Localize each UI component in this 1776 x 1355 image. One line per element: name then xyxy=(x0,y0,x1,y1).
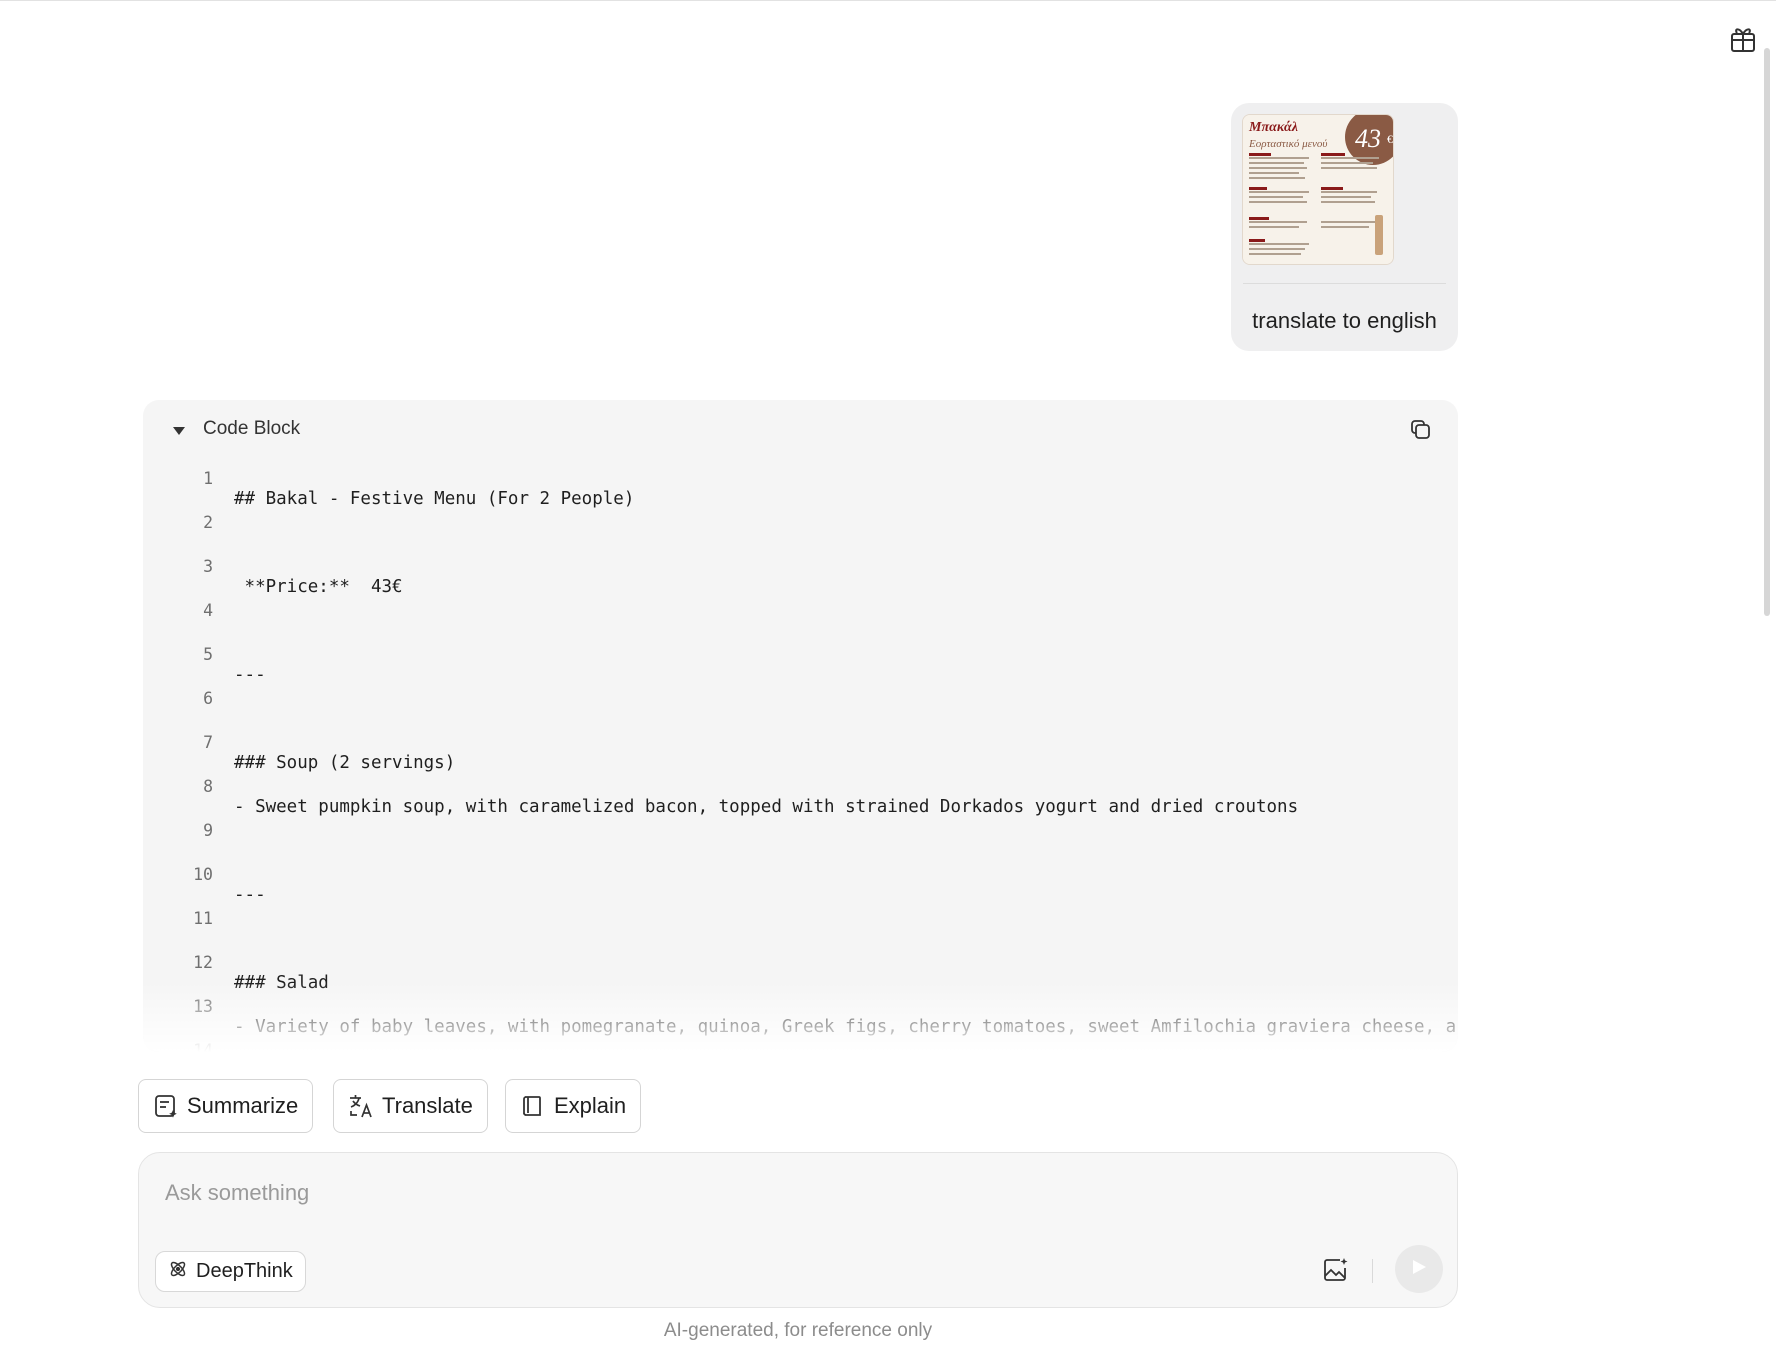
bubble-divider xyxy=(1243,283,1446,284)
footer-disclaimer: AI-generated, for reference only xyxy=(663,1320,933,1341)
code-line: 8 - Sweet pumpkin soup, with caramelized… xyxy=(143,757,1458,817)
translate-button[interactable]: Translate xyxy=(333,1079,488,1133)
code-line: 5 --- xyxy=(143,625,1458,685)
atom-icon xyxy=(168,1259,188,1285)
code-line: 11 xyxy=(143,889,1458,933)
translate-icon xyxy=(348,1093,374,1119)
line-number: 2 xyxy=(203,513,213,532)
ask-input[interactable] xyxy=(163,1175,1363,1211)
line-number: 13 xyxy=(193,997,213,1016)
top-border xyxy=(0,0,1776,1)
line-number: 6 xyxy=(203,689,213,708)
code-line: 1 ## Bakal - Festive Menu (For 2 People) xyxy=(143,449,1458,509)
line-number: 11 xyxy=(193,909,213,928)
line-number: 12 xyxy=(193,953,213,972)
chat-input-box: DeepThink xyxy=(138,1152,1458,1308)
code-line: 9 xyxy=(143,801,1458,845)
deepthink-button[interactable]: DeepThink xyxy=(155,1251,306,1292)
translate-label: Translate xyxy=(382,1093,473,1118)
code-line: 10 --- xyxy=(143,845,1458,905)
book-icon xyxy=(520,1093,546,1119)
explain-button[interactable]: Explain xyxy=(505,1079,642,1133)
deepthink-label: DeepThink xyxy=(196,1260,293,1282)
image-upload-icon[interactable] xyxy=(1319,1253,1353,1287)
scrollbar[interactable] xyxy=(1764,48,1772,1348)
svg-text:Εορταστικό μενού: Εορταστικό μενού xyxy=(1248,138,1327,150)
send-icon xyxy=(1409,1257,1429,1282)
code-line: 4 xyxy=(143,581,1458,625)
line-number: 14 xyxy=(193,1041,213,1052)
input-separator xyxy=(1372,1259,1373,1283)
line-number: 5 xyxy=(203,645,213,664)
line-number: 10 xyxy=(193,865,213,884)
code-line: 14 xyxy=(143,1021,1458,1052)
line-number: 9 xyxy=(203,821,213,840)
explain-label: Explain xyxy=(554,1093,627,1118)
svg-text:43: 43 xyxy=(1355,124,1381,153)
code-block: Code Block 1 ## Bakal - Festive Menu (Fo… xyxy=(143,400,1458,1052)
line-number: 3 xyxy=(203,557,213,576)
code-block-title: Code Block xyxy=(203,418,301,439)
attachment-image-thumbnail[interactable]: Μπακάλ 43 € Εορταστικό μενού xyxy=(1242,114,1394,265)
user-message-bubble: Μπακάλ 43 € Εορταστικό μενού translate t… xyxy=(1231,103,1458,351)
summarize-label: Summarize xyxy=(187,1093,299,1118)
code-line: 6 xyxy=(143,669,1458,713)
code-line: 7 ### Soup (2 servings) xyxy=(143,713,1458,773)
svg-text:Μπακάλ: Μπακάλ xyxy=(1248,120,1298,135)
copy-icon[interactable] xyxy=(1407,416,1435,444)
svg-text:€: € xyxy=(1387,132,1393,146)
user-message-text: translate to english xyxy=(1252,308,1437,333)
line-number: 4 xyxy=(203,601,213,620)
code-line: 13 - Variety of baby leaves, with pomegr… xyxy=(143,977,1458,1037)
summarize-button[interactable]: Summarize xyxy=(138,1079,314,1133)
gift-icon[interactable] xyxy=(1728,22,1758,54)
code-line: 2 xyxy=(143,493,1458,537)
code-line: 12 ### Salad xyxy=(143,933,1458,993)
scrollbar-thumb[interactable] xyxy=(1764,48,1770,616)
code-line: 3 **Price:** 43€ xyxy=(143,537,1458,597)
triangle-down-icon[interactable] xyxy=(171,424,187,438)
line-number: 1 xyxy=(203,469,213,488)
summarize-icon xyxy=(153,1093,179,1119)
line-number: 8 xyxy=(203,777,213,796)
line-number: 7 xyxy=(203,733,213,752)
send-button[interactable] xyxy=(1395,1245,1443,1293)
